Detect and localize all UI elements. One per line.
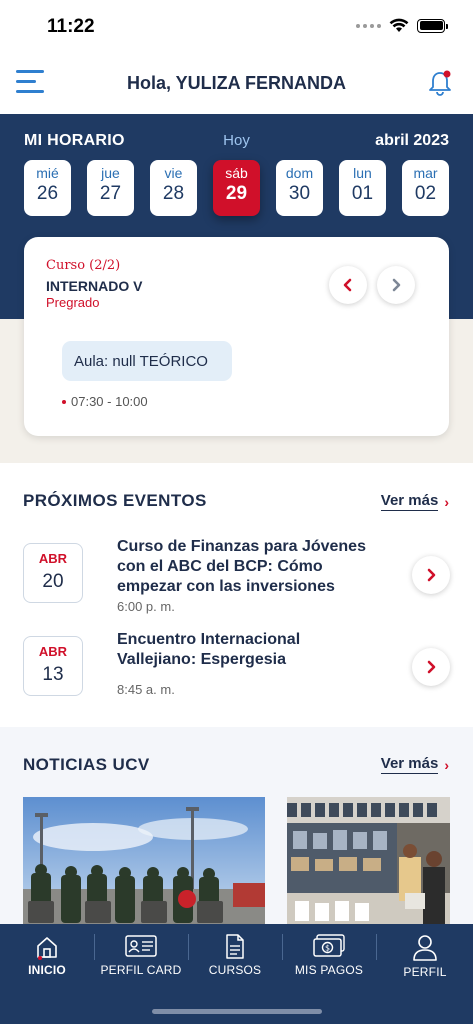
news-title: NOTICIAS UCV — [23, 755, 150, 774]
day-selector: mié 26 jue 27 vie 28 sáb 29 dom 30 lun 01 mar 0… — [24, 160, 449, 216]
news-photo-market — [287, 797, 450, 927]
events-see-more-link[interactable]: Ver más › — [380, 492, 449, 511]
chevron-right-icon: › — [444, 493, 449, 510]
event-title: Encuentro Internacional Vallejiano: Espe… — [117, 631, 301, 668]
day-name: sáb — [225, 165, 248, 181]
battery-icon — [417, 18, 448, 33]
tab-cursos[interactable]: CURSOS — [188, 924, 282, 994]
svg-text:$: $ — [325, 944, 330, 953]
user-icon — [413, 935, 437, 961]
previous-course-button[interactable] — [329, 266, 367, 304]
day-number: 02 — [414, 183, 437, 204]
day-chip[interactable]: mar 02 — [402, 160, 449, 216]
wifi-icon — [389, 18, 409, 32]
tab-label: INICIO — [28, 963, 66, 977]
tab-label: PERFIL CARD — [100, 963, 182, 977]
day-number: 01 — [351, 183, 374, 204]
event-time: 8:45 a. m. — [117, 682, 175, 697]
status-icons — [356, 18, 448, 33]
chevron-right-icon: › — [444, 756, 449, 773]
day-number: 26 — [36, 183, 59, 204]
day-name: mié — [36, 165, 59, 181]
chevron-right-icon — [427, 660, 436, 674]
greeting-title: Hola, YULIZA FERNANDA — [126, 73, 346, 93]
app-header: Hola, YULIZA FERNANDA — [0, 52, 473, 114]
room-chip: Aula: null TEÓRICO — [62, 341, 232, 381]
day-chip[interactable]: vie 28 — [150, 160, 197, 216]
home-indicator — [152, 1009, 322, 1014]
event-date-box: ABR 13 — [23, 636, 83, 696]
course-name: INTERNADO V — [46, 278, 143, 294]
day-name: vie — [164, 165, 183, 181]
event-month: ABR — [38, 551, 68, 566]
home-icon — [37, 937, 57, 960]
course-count: Curso (2/2) — [46, 258, 121, 273]
news-image[interactable] — [23, 797, 265, 927]
class-card: Curso (2/2) INTERNADO V Pregrado Aula: n… — [24, 237, 449, 436]
event-open-button[interactable] — [412, 556, 450, 594]
next-course-button[interactable] — [377, 266, 415, 304]
bullet-dot — [62, 399, 66, 404]
events-title: PRÓXIMOS EVENTOS — [23, 491, 207, 510]
money-icon: $ — [313, 934, 345, 957]
course-level: Pregrado — [46, 295, 100, 310]
day-name: lun — [353, 165, 372, 181]
status-bar: 11:22 — [0, 0, 473, 52]
event-day: 13 — [42, 664, 64, 685]
day-number: 28 — [162, 183, 185, 204]
day-chip-selected[interactable]: sáb 29 — [213, 160, 260, 216]
id-card-icon — [125, 935, 157, 957]
class-time-text: 07:30 - 10:00 — [71, 394, 148, 409]
month-label: abril 2023 — [375, 132, 449, 149]
chevron-right-icon — [427, 568, 436, 582]
news-photo-police — [23, 797, 265, 927]
event-day: 20 — [42, 571, 64, 592]
event-open-button[interactable] — [412, 648, 450, 686]
day-chip[interactable]: mié 26 — [24, 160, 71, 216]
tab-perfil-card[interactable]: PERFIL CARD — [94, 924, 188, 994]
day-number: 27 — [99, 183, 122, 204]
day-chip[interactable]: dom 30 — [276, 160, 323, 216]
chevron-left-icon — [343, 278, 352, 292]
tab-label: PERFIL — [403, 965, 447, 979]
day-chip[interactable]: jue 27 — [87, 160, 134, 216]
class-time: 07:30 - 10:00 — [62, 394, 148, 409]
news-image[interactable] — [287, 797, 450, 927]
day-name: jue — [101, 165, 120, 181]
day-chip[interactable]: lun 01 — [339, 160, 386, 216]
see-more-label: Ver más — [380, 492, 439, 511]
status-time: 11:22 — [47, 16, 95, 37]
day-number: 29 — [225, 183, 248, 204]
tab-label: CURSOS — [208, 963, 262, 977]
tab-label: MIS PAGOS — [294, 963, 364, 977]
day-name: dom — [285, 165, 314, 181]
tab-separator — [376, 934, 377, 960]
tab-mis-pagos[interactable]: $ MIS PAGOS — [282, 924, 376, 994]
tab-inicio[interactable]: INICIO — [0, 924, 94, 994]
notification-bell-icon[interactable] — [425, 68, 455, 98]
day-number: 30 — [288, 183, 311, 204]
document-icon — [226, 934, 244, 959]
tab-perfil[interactable]: PERFIL — [378, 924, 472, 994]
event-month: ABR — [38, 644, 68, 659]
chevron-right-icon — [392, 278, 401, 292]
event-time: 6:00 p. m. — [117, 599, 175, 614]
event-title: Curso de Finanzas para Jóvenes con el AB… — [117, 538, 366, 595]
see-more-label: Ver más — [380, 755, 439, 774]
signal-icon — [356, 23, 381, 28]
news-see-more-link[interactable]: Ver más › — [380, 755, 449, 774]
event-date-box: ABR 20 — [23, 543, 83, 603]
day-name: mar — [413, 165, 438, 181]
